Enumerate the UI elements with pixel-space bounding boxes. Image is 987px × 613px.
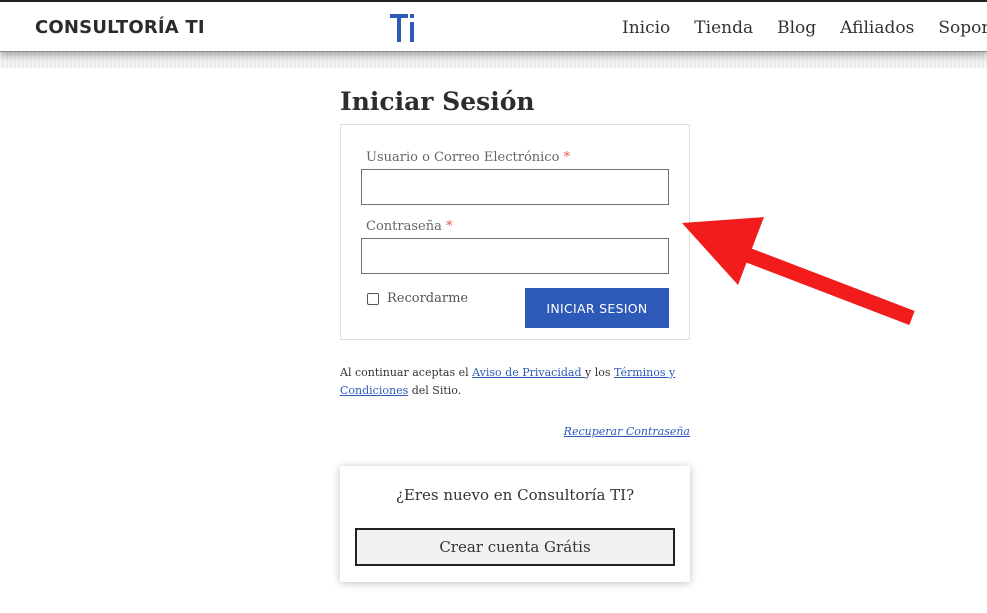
signup-box: ¿Eres nuevo en Consultoría TI? Crear cue…	[340, 466, 690, 582]
red-arrow-annotation	[682, 217, 915, 326]
terms-middle: y los	[584, 366, 614, 379]
required-mark: *	[563, 150, 571, 165]
username-input[interactable]	[361, 169, 669, 205]
site-header: CONSULTORÍA TI Inicio Tienda Blog Afilia…	[0, 0, 987, 52]
nav-item-inicio[interactable]: Inicio	[622, 18, 670, 38]
password-input[interactable]	[361, 238, 669, 274]
required-mark: *	[445, 219, 453, 234]
page-title: Iniciar Sesión	[340, 87, 535, 116]
username-label: Usuario o Correo Electrónico *	[366, 150, 570, 165]
nav-item-afiliados[interactable]: Afiliados	[840, 18, 914, 38]
brand-name[interactable]: CONSULTORÍA TI	[35, 17, 205, 38]
nav-item-soporte[interactable]: Soporte	[938, 18, 987, 38]
terms-suffix: del Sitio.	[408, 384, 462, 397]
login-form: Usuario o Correo Electrónico * Contraseñ…	[340, 124, 690, 340]
main-nav: Inicio Tienda Blog Afiliados Soporte	[622, 18, 987, 38]
terms-prefix: Al continuar aceptas el	[340, 366, 473, 379]
remember-me[interactable]: Recordarme	[367, 291, 468, 306]
password-label-text: Contraseña	[366, 219, 442, 234]
remember-label: Recordarme	[387, 291, 469, 306]
signup-question: ¿Eres nuevo en Consultoría TI?	[395, 486, 635, 504]
login-button[interactable]: INICIAR SESION	[525, 288, 669, 328]
create-account-button[interactable]: Crear cuenta Grátis	[355, 528, 675, 566]
remember-checkbox[interactable]	[367, 292, 379, 305]
nav-item-blog[interactable]: Blog	[777, 18, 816, 38]
nav-item-tienda[interactable]: Tienda	[694, 18, 753, 38]
username-label-text: Usuario o Correo Electrónico	[366, 150, 560, 165]
recover-password-link[interactable]: Recuperar Contraseña	[564, 425, 690, 438]
header-shadow-band	[0, 52, 987, 68]
terms-text: Al continuar aceptas el Aviso de Privaci…	[340, 364, 692, 400]
privacy-link[interactable]: Aviso de Privacidad	[472, 366, 585, 379]
ti-logo[interactable]	[388, 12, 422, 44]
password-label: Contraseña *	[366, 219, 452, 234]
